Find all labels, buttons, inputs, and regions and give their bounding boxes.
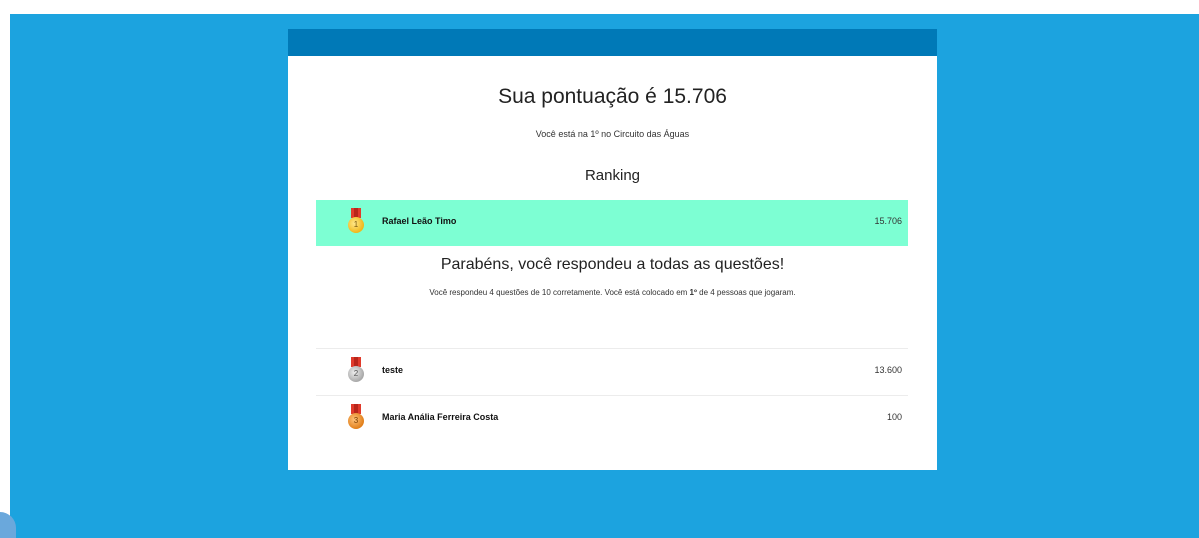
player-score: 15.706: [874, 216, 902, 226]
player-score: 100: [886, 412, 902, 422]
gold-medal-icon: 1: [348, 208, 364, 234]
circuit-position-text: Você está na 1º no Circuito das Águas: [535, 129, 690, 139]
ranking-title: Ranking: [584, 167, 641, 184]
ranking-row: 2 teste 13.600: [316, 348, 908, 394]
result-card: Sua pontuação é 15.706 Você está na 1º n…: [288, 29, 937, 470]
left-margin: [0, 14, 10, 538]
player-name: Maria Anália Ferreira Costa: [382, 412, 499, 422]
player-score: 13.600: [874, 365, 902, 375]
top-margin: [0, 0, 1199, 14]
silver-medal-icon: 2: [348, 357, 364, 383]
player-name: teste: [382, 365, 404, 375]
congrats-message: Parabéns, você respondeu a todas as ques…: [440, 256, 785, 273]
bronze-medal-icon: 3: [348, 404, 364, 430]
player-name: Rafael Leão Timo: [382, 216, 457, 226]
ranking-row: 3 Maria Anália Ferreira Costa 100: [316, 395, 908, 441]
ranking-row-current-user: 1 Rafael Leão Timo 15.706: [316, 200, 908, 246]
card-header-bar: [288, 29, 937, 56]
score-title: Sua pontuação é 15.706: [498, 85, 727, 108]
result-summary: Você respondeu 4 questões de 10 corretam…: [429, 288, 796, 297]
